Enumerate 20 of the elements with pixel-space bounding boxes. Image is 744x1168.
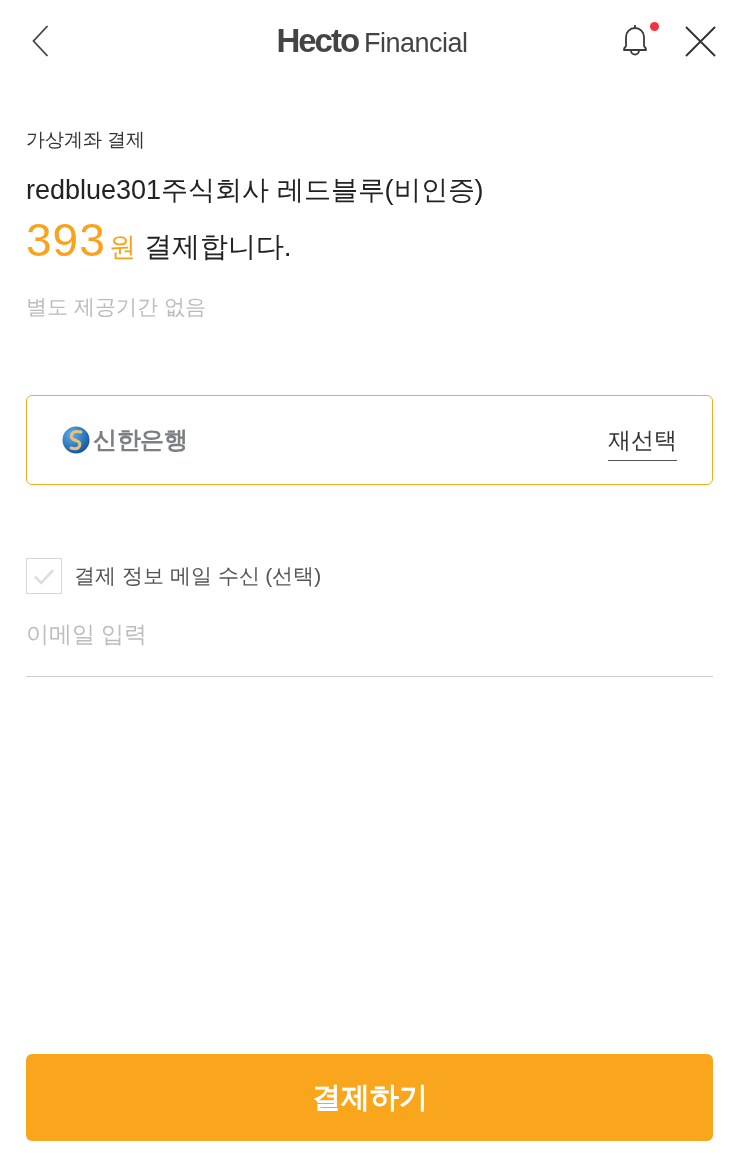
close-button[interactable] bbox=[685, 25, 716, 57]
bank-emblem-icon bbox=[62, 426, 90, 454]
bank-name: 신한은행 bbox=[93, 425, 187, 455]
logo-wordmark: Hecto bbox=[276, 23, 359, 59]
close-icon bbox=[685, 25, 716, 57]
check-icon bbox=[33, 567, 55, 585]
reselect-link[interactable]: 재선택 bbox=[608, 425, 677, 461]
currency-unit: 원 bbox=[108, 231, 136, 264]
bell-icon bbox=[620, 22, 650, 57]
back-button[interactable] bbox=[32, 25, 49, 57]
merchant-name: redblue301주식회사 레드블루(비인증) bbox=[26, 174, 485, 207]
payment-method-label: 가상계좌 결제 bbox=[26, 128, 147, 152]
amount-value: 393 bbox=[26, 214, 106, 266]
logo-subtitle: Financial bbox=[364, 27, 468, 60]
back-chevron-icon bbox=[32, 25, 49, 57]
pay-statement: 결제합니다. bbox=[143, 230, 292, 264]
email-input-field[interactable]: 이메일 입력 bbox=[26, 605, 713, 677]
email-consent-checkbox[interactable] bbox=[26, 558, 62, 594]
checkbox-label[interactable]: 결제 정보 메일 수신 (선택) bbox=[74, 561, 322, 591]
service-period-note: 별도 제공기간 없음 bbox=[26, 294, 207, 320]
